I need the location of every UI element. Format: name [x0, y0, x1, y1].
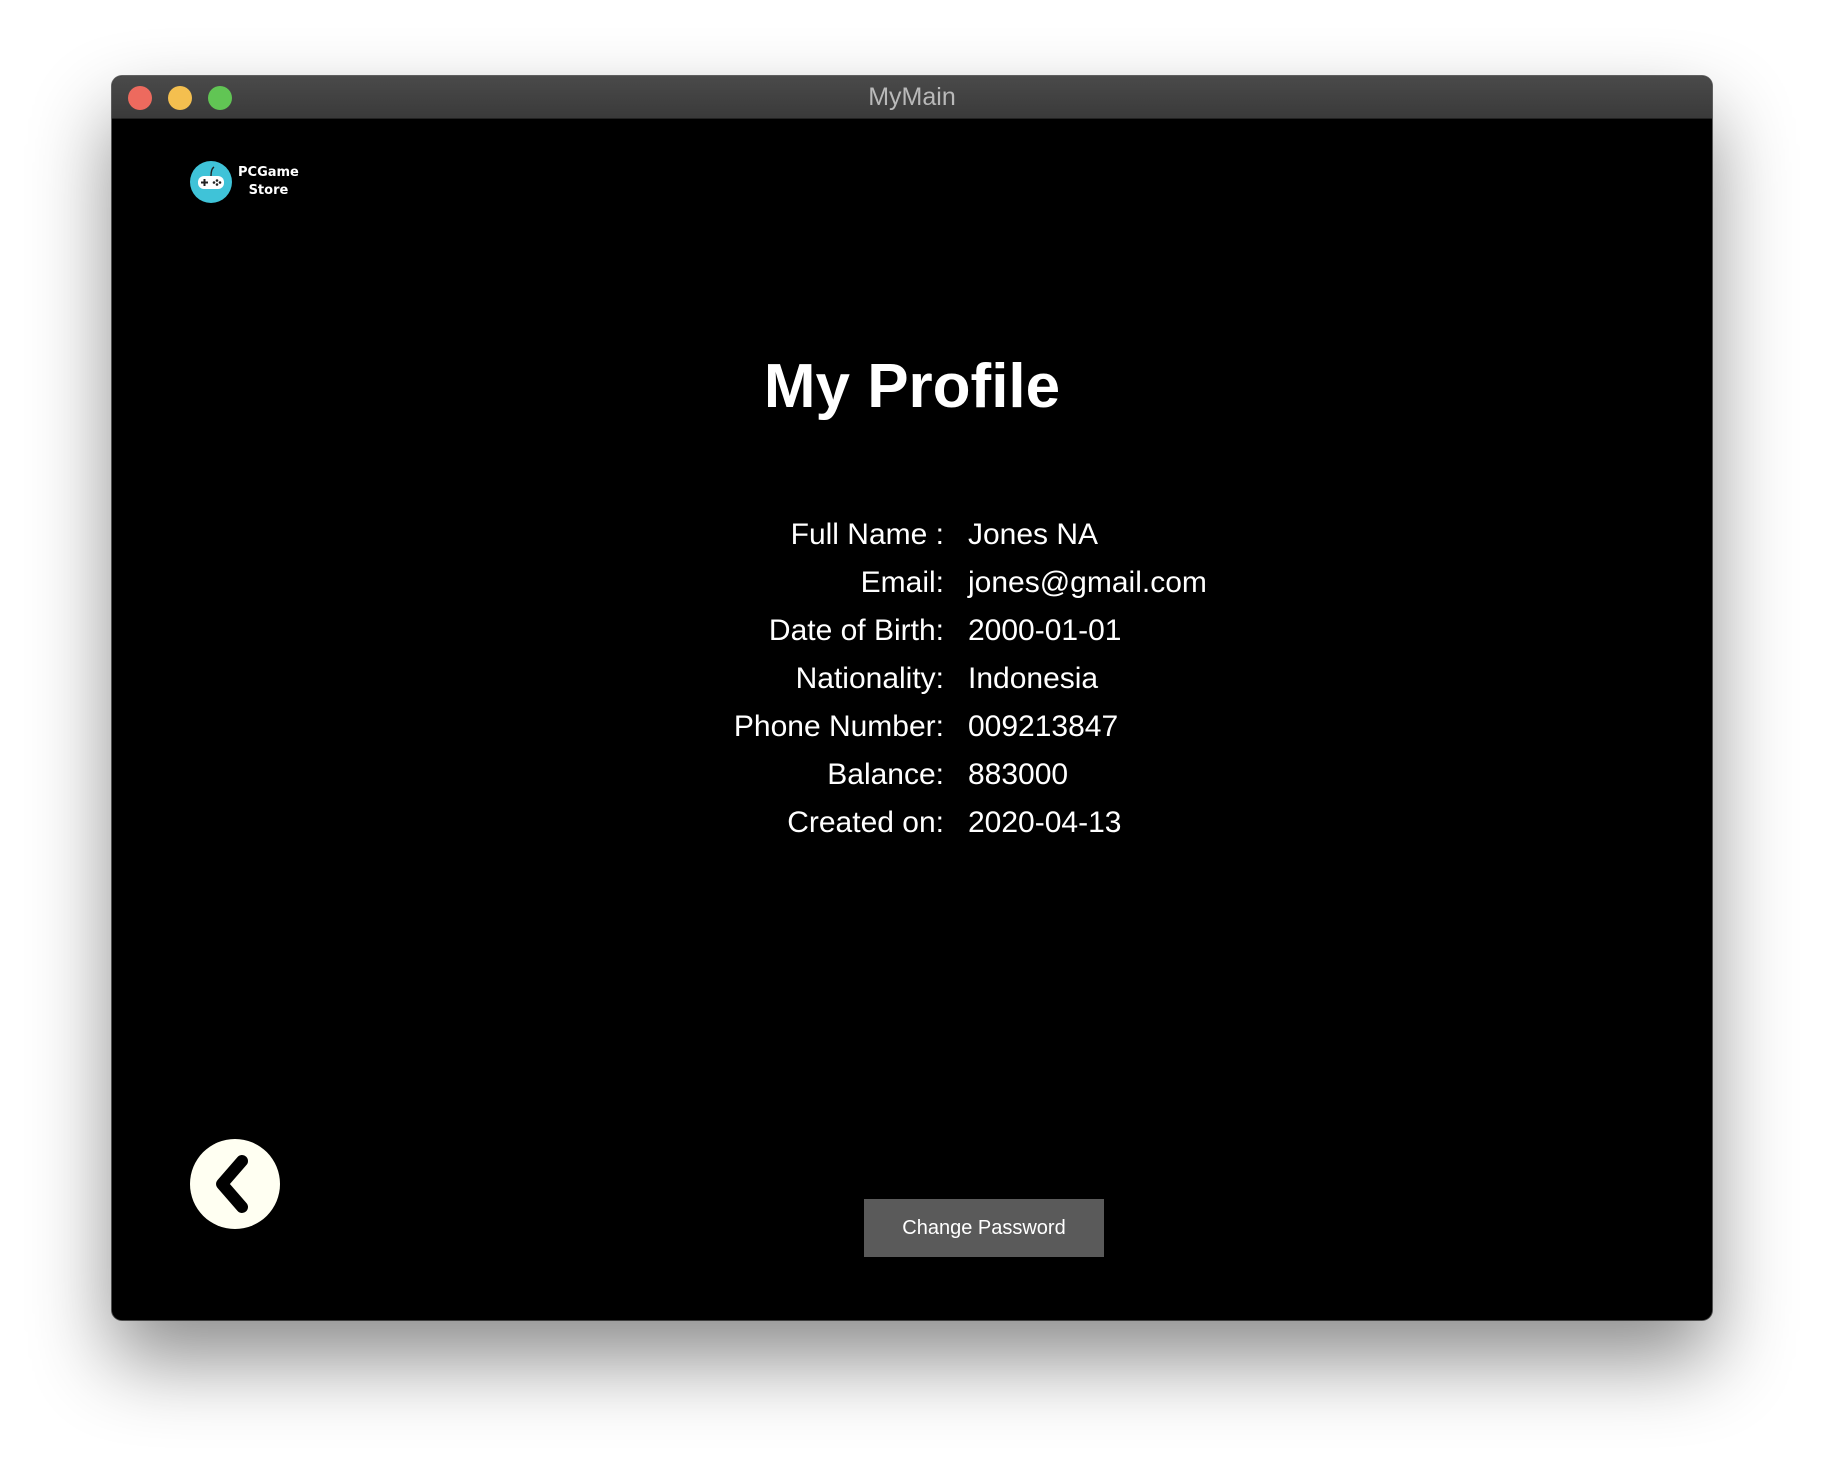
logo-text: PCGame Store	[238, 164, 299, 200]
balance-label: Balance:	[827, 758, 944, 791]
email-label: Email:	[860, 566, 944, 599]
created-on-label: Created on:	[787, 806, 944, 839]
window-title: MyMain	[868, 83, 956, 111]
date-of-birth-value: 2000-01-01	[968, 614, 1122, 647]
logo-text-line1: PCGame	[238, 165, 299, 180]
nationality-value: Indonesia	[968, 662, 1099, 695]
profile-details: Full Name : Jones NA Email: jones@gmail.…	[512, 511, 1312, 847]
gamepad-icon	[190, 161, 232, 203]
phone-number-label: Phone Number:	[733, 710, 944, 743]
profile-row-created-on: Created on: 2020-04-13	[512, 799, 1312, 847]
main-content: PCGame Store My Profile Full Name : Jone…	[112, 119, 1712, 1320]
app-logo: PCGame Store	[190, 161, 299, 203]
profile-row-full-name: Full Name : Jones NA	[512, 511, 1312, 559]
profile-row-phone-number: Phone Number: 009213847	[512, 703, 1312, 751]
created-on-value: 2020-04-13	[968, 806, 1122, 839]
profile-row-nationality: Nationality: Indonesia	[512, 655, 1312, 703]
profile-row-email: Email: jones@gmail.com	[512, 559, 1312, 607]
balance-value: 883000	[968, 758, 1069, 791]
profile-row-date-of-birth: Date of Birth: 2000-01-01	[512, 607, 1312, 655]
date-of-birth-label: Date of Birth:	[768, 614, 944, 647]
logo-text-line2: Store	[248, 183, 289, 198]
title-bar[interactable]: MyMain	[112, 76, 1712, 119]
full-name-value: Jones NA	[968, 518, 1099, 551]
change-password-button[interactable]: Change Password	[864, 1199, 1104, 1257]
app-window: MyMain PCGame Store My Profile Full Name…	[112, 76, 1712, 1320]
nationality-label: Nationality:	[795, 662, 944, 695]
profile-row-balance: Balance: 883000	[512, 751, 1312, 799]
phone-number-value: 009213847	[968, 710, 1119, 743]
page-title: My Profile	[763, 352, 1061, 421]
full-name-label: Full Name :	[790, 518, 944, 551]
back-button[interactable]	[190, 1139, 280, 1229]
chevron-left-icon	[216, 1155, 248, 1213]
email-value: jones@gmail.com	[968, 566, 1207, 599]
